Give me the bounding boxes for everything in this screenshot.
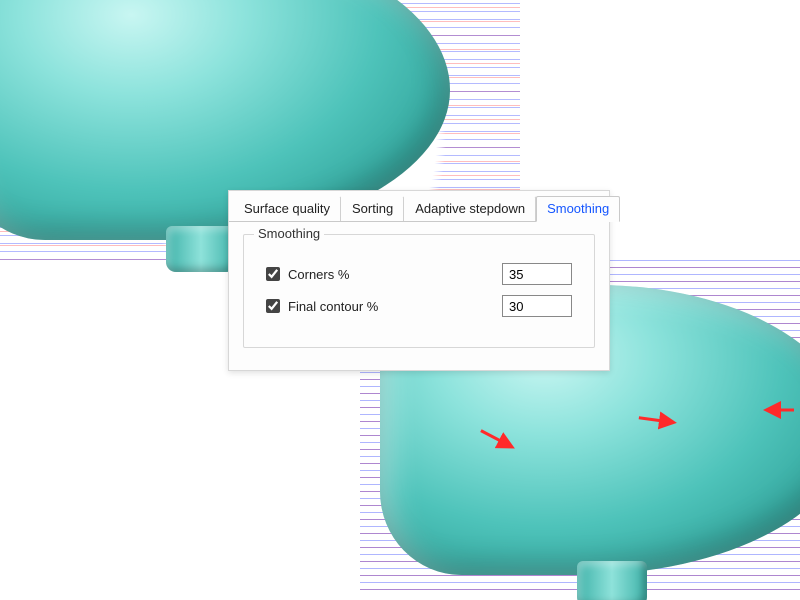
corners-label[interactable]: Corners % [266,267,349,282]
corners-checkbox[interactable] [266,267,280,281]
smoothing-group: Smoothing Corners % Final contour % [243,234,595,348]
settings-tabstrip: Surface quality Sorting Adaptive stepdow… [229,191,609,221]
final-contour-label[interactable]: Final contour % [266,299,378,314]
corners-row: Corners % [266,263,572,285]
tab-surface-quality[interactable]: Surface quality [233,196,341,221]
tab-smoothing[interactable]: Smoothing [536,196,620,222]
cam-viewport: Surface quality Sorting Adaptive stepdow… [0,0,800,600]
settings-panel-body: Smoothing Corners % Final contour % [229,221,609,370]
final-contour-checkbox[interactable] [266,299,280,313]
corners-label-text: Corners % [288,267,349,282]
tab-adaptive-stepdown[interactable]: Adaptive stepdown [404,196,536,221]
final-contour-value-input[interactable] [502,295,572,317]
tab-sorting[interactable]: Sorting [341,196,404,221]
final-contour-label-text: Final contour % [288,299,378,314]
group-legend: Smoothing [254,226,324,241]
smoothing-settings-panel: Surface quality Sorting Adaptive stepdow… [228,190,610,371]
final-contour-row: Final contour % [266,295,572,317]
corners-value-input[interactable] [502,263,572,285]
